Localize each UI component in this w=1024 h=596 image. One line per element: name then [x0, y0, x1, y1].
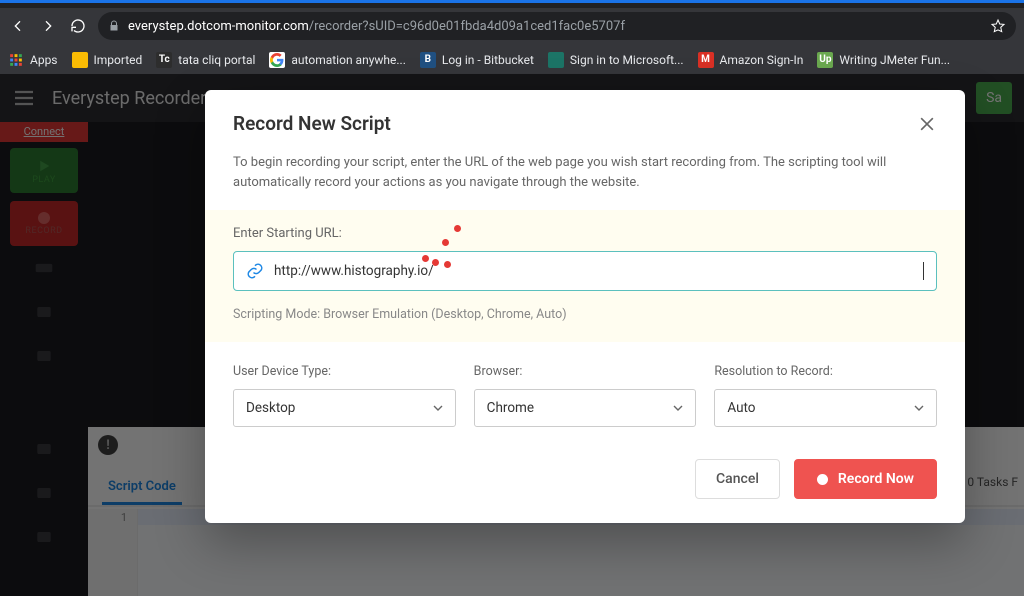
record-dot-icon: [817, 474, 828, 485]
url-text: everystep.dotcom-monitor.com/recorder?sU…: [128, 19, 982, 34]
resolution-select[interactable]: Auto: [714, 389, 937, 427]
url-field-label: Enter Starting URL:: [233, 226, 937, 241]
nav-back-button[interactable]: [8, 16, 28, 36]
bookmark-aa[interactable]: automation anywhe...: [269, 52, 405, 68]
bitbucket-icon: B: [420, 52, 436, 68]
record-now-button[interactable]: Record Now: [794, 459, 937, 499]
bookmark-label: tata cliq portal: [178, 53, 255, 67]
bookmarks-bar: Apps Imported Tc tata cliq portal automat…: [0, 44, 1024, 74]
record-now-label: Record Now: [838, 471, 914, 487]
select-value: Desktop: [246, 400, 295, 416]
select-value: Chrome: [487, 400, 534, 416]
starting-url-input[interactable]: http://www.histography.io/: [233, 251, 937, 291]
bookmark-label: automation anywhe...: [291, 53, 405, 67]
ms-icon: [548, 52, 564, 68]
close-icon[interactable]: [917, 114, 937, 134]
modal-description: To begin recording your script, enter th…: [205, 145, 965, 210]
bookmark-amazon[interactable]: M Amazon Sign-In: [698, 52, 804, 68]
bookmark-bitbucket[interactable]: B Log in - Bitbucket: [420, 52, 534, 68]
device-type-label: User Device Type:: [233, 364, 456, 379]
lock-icon: [108, 20, 120, 32]
bookmark-label: Sign in to Microsoft...: [570, 53, 684, 67]
browser-select-label: Browser:: [474, 364, 697, 379]
nav-forward-button[interactable]: [38, 16, 58, 36]
link-icon: [246, 262, 264, 280]
folder-icon: [72, 52, 88, 68]
browser-select[interactable]: Chrome: [474, 389, 697, 427]
chevron-down-icon: [914, 403, 924, 413]
url-value: http://www.histography.io/: [274, 263, 913, 279]
bookmark-label: Amazon Sign-In: [720, 53, 804, 67]
bookmark-label: Apps: [30, 53, 58, 67]
record-new-script-modal: Record New Script To begin recording you…: [205, 90, 965, 523]
bookmark-apps[interactable]: Apps: [8, 52, 58, 68]
bookmark-tatacliq[interactable]: Tc tata cliq portal: [156, 52, 255, 68]
site-icon: Tc: [156, 52, 172, 68]
scripting-mode-text: Scripting Mode: Browser Emulation (Deskt…: [233, 307, 937, 322]
bookmark-label: Log in - Bitbucket: [442, 53, 534, 67]
bookmark-imported[interactable]: Imported: [72, 52, 143, 68]
address-bar[interactable]: everystep.dotcom-monitor.com/recorder?sU…: [98, 12, 1016, 40]
bookmark-star-icon[interactable]: [990, 18, 1006, 34]
bookmark-label: Writing JMeter Fun...: [839, 53, 950, 67]
bookmark-ms[interactable]: Sign in to Microsoft...: [548, 52, 684, 68]
chevron-down-icon: [433, 403, 443, 413]
device-type-select[interactable]: Desktop: [233, 389, 456, 427]
google-icon: [269, 52, 285, 68]
browser-toolbar: everystep.dotcom-monitor.com/recorder?sU…: [0, 8, 1024, 44]
select-value: Auto: [727, 400, 755, 416]
apps-icon: [8, 52, 24, 68]
text-caret: [923, 262, 924, 280]
chevron-down-icon: [673, 403, 683, 413]
bookmark-jmeter[interactable]: Up Writing JMeter Fun...: [817, 52, 950, 68]
amazon-icon: M: [698, 52, 714, 68]
jmeter-icon: Up: [817, 52, 833, 68]
modal-title: Record New Script: [233, 112, 917, 135]
resolution-label: Resolution to Record:: [714, 364, 937, 379]
bookmark-label: Imported: [94, 53, 143, 67]
nav-reload-button[interactable]: [68, 16, 88, 36]
cancel-button[interactable]: Cancel: [695, 459, 780, 499]
